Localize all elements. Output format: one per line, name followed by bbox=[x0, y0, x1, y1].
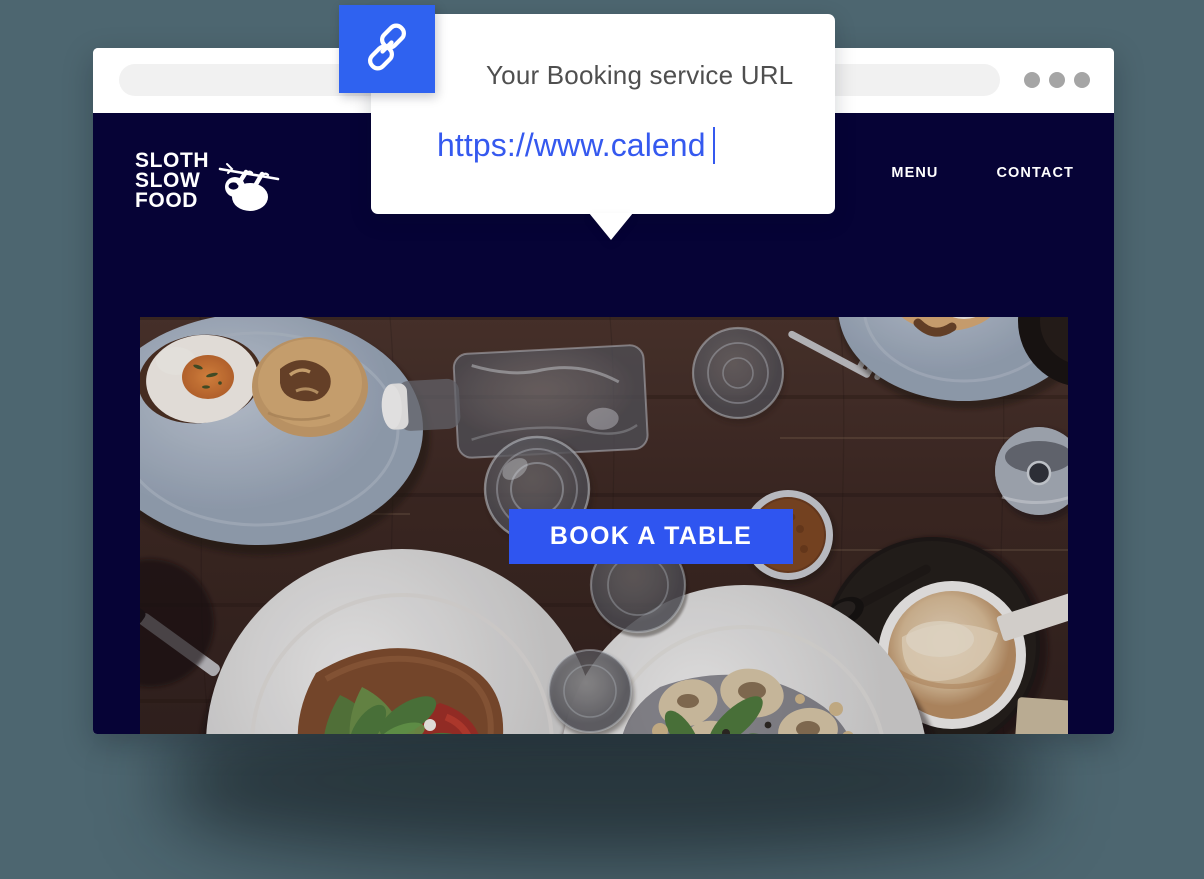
logo-line-3: FOOD bbox=[135, 189, 199, 212]
popover-url-value: https://www.calend bbox=[437, 127, 706, 163]
popover-url-field[interactable]: https://www.calend bbox=[437, 127, 715, 164]
window-control-dot-1[interactable] bbox=[1024, 72, 1040, 88]
logo-line-1: SLOTH bbox=[135, 149, 210, 172]
nav-item-contact[interactable]: CONTACT bbox=[996, 165, 1074, 181]
nav-item-menu[interactable]: MENU bbox=[891, 165, 938, 181]
hero-photo: BOOK A TABLE bbox=[140, 317, 1068, 734]
popover-tail bbox=[589, 213, 633, 240]
sloth-icon bbox=[218, 153, 280, 220]
book-a-table-button[interactable]: BOOK A TABLE bbox=[509, 509, 793, 564]
window-control-dot-3[interactable] bbox=[1074, 72, 1090, 88]
text-caret bbox=[712, 127, 715, 164]
window-controls bbox=[1024, 72, 1090, 88]
logo-wordmark: SLOTH SLOW FOOD bbox=[135, 149, 210, 212]
logo-line-2: SLOW bbox=[135, 169, 201, 192]
site-logo[interactable]: SLOTH SLOW FOOD bbox=[135, 149, 280, 220]
popover-title: Your Booking service URL bbox=[486, 60, 794, 90]
link-chain-icon bbox=[361, 21, 413, 78]
link-chain-icon-badge bbox=[339, 5, 435, 93]
window-control-dot-2[interactable] bbox=[1049, 72, 1065, 88]
booking-url-popover: Your Booking service URL https://www.cal… bbox=[371, 14, 835, 214]
